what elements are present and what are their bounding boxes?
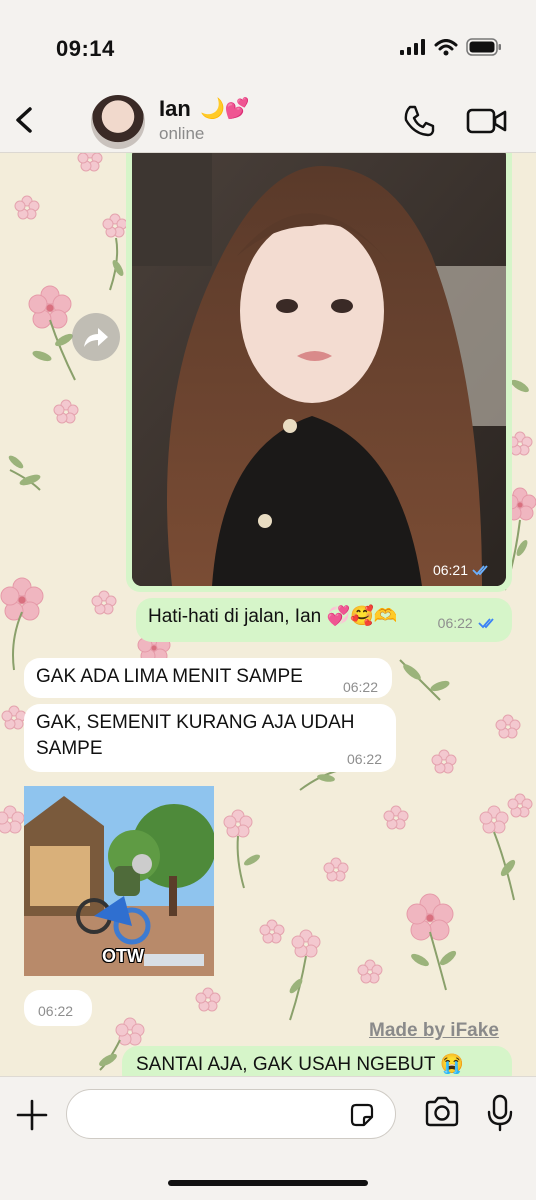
chat-header: 09:14 Ian 🌙💕 online <box>0 0 536 153</box>
shared-photo[interactable]: 06:21 <box>132 146 506 586</box>
message-time: 06:22 <box>437 615 473 631</box>
phone-icon <box>404 105 435 137</box>
incoming-message-time-bubble[interactable]: 06:22 <box>24 990 92 1026</box>
photo-content <box>132 146 506 586</box>
attach-button[interactable] <box>14 1097 50 1133</box>
read-receipt-icon <box>478 618 494 629</box>
voice-call-button[interactable] <box>402 104 436 138</box>
contact-name-emoji: 🌙💕 <box>200 98 250 120</box>
contact-status: online <box>159 124 205 143</box>
message-timestamp: 06:22 <box>438 610 498 636</box>
image-time: 06:21 <box>432 562 468 578</box>
contact-name[interactable]: Ian <box>159 96 191 122</box>
camera-button[interactable] <box>424 1096 460 1128</box>
contact-avatar[interactable] <box>91 95 145 149</box>
forward-icon <box>84 328 108 347</box>
message-text: GAK ADA LIMA MENIT SAMPE <box>36 666 303 687</box>
message-time: 06:22 <box>38 1003 74 1019</box>
back-chevron-icon <box>16 107 32 133</box>
message-timestamp: 06:21 <box>433 562 492 578</box>
plus-icon <box>16 1099 48 1131</box>
back-button[interactable] <box>10 100 40 140</box>
microphone-button[interactable] <box>486 1094 514 1132</box>
message-text: Hati-hati di jalan, Ian 💞🥰🫶 <box>148 606 398 627</box>
message-time: 06:22 <box>346 751 382 767</box>
outgoing-text-message[interactable]: Hati-hati di jalan, Ian 💞🥰🫶 06:22 <box>136 598 512 642</box>
status-bar-time: 09:14 <box>56 36 115 61</box>
sticker-caption: OTW <box>102 946 144 966</box>
home-indicator[interactable] <box>168 1180 368 1186</box>
incoming-sticker[interactable]: OTW <box>24 786 214 976</box>
camera-icon <box>425 1096 459 1127</box>
incoming-text-message[interactable]: GAK ADA LIMA MENIT SAMPE 06:22 <box>24 658 392 698</box>
wifi-icon <box>434 38 458 55</box>
forward-button[interactable] <box>72 313 120 361</box>
read-receipt-icon <box>472 565 488 576</box>
message-text: GAK, SEMENIT KURANG AJA UDAH SAMPE <box>36 712 355 759</box>
watermark: Made by iFake <box>369 1020 499 1041</box>
outgoing-image-message[interactable]: 06:21 <box>126 140 512 592</box>
video-call-button[interactable] <box>466 106 508 136</box>
incoming-text-message[interactable]: GAK, SEMENIT KURANG AJA UDAH SAMPE 06:22 <box>24 704 396 772</box>
video-camera-icon <box>466 108 507 134</box>
sticker-button[interactable] <box>348 1101 376 1129</box>
battery-icon <box>466 38 501 56</box>
message-text: SANTAI AJA, GAK USAH NGEBUT 😭 <box>136 1054 465 1075</box>
sticker-icon <box>350 1103 374 1127</box>
message-time: 06:22 <box>342 679 378 695</box>
status-bar-icons <box>400 38 502 56</box>
cellular-signal-icon <box>400 39 425 55</box>
microphone-icon <box>487 1094 513 1132</box>
message-input[interactable] <box>66 1089 396 1139</box>
